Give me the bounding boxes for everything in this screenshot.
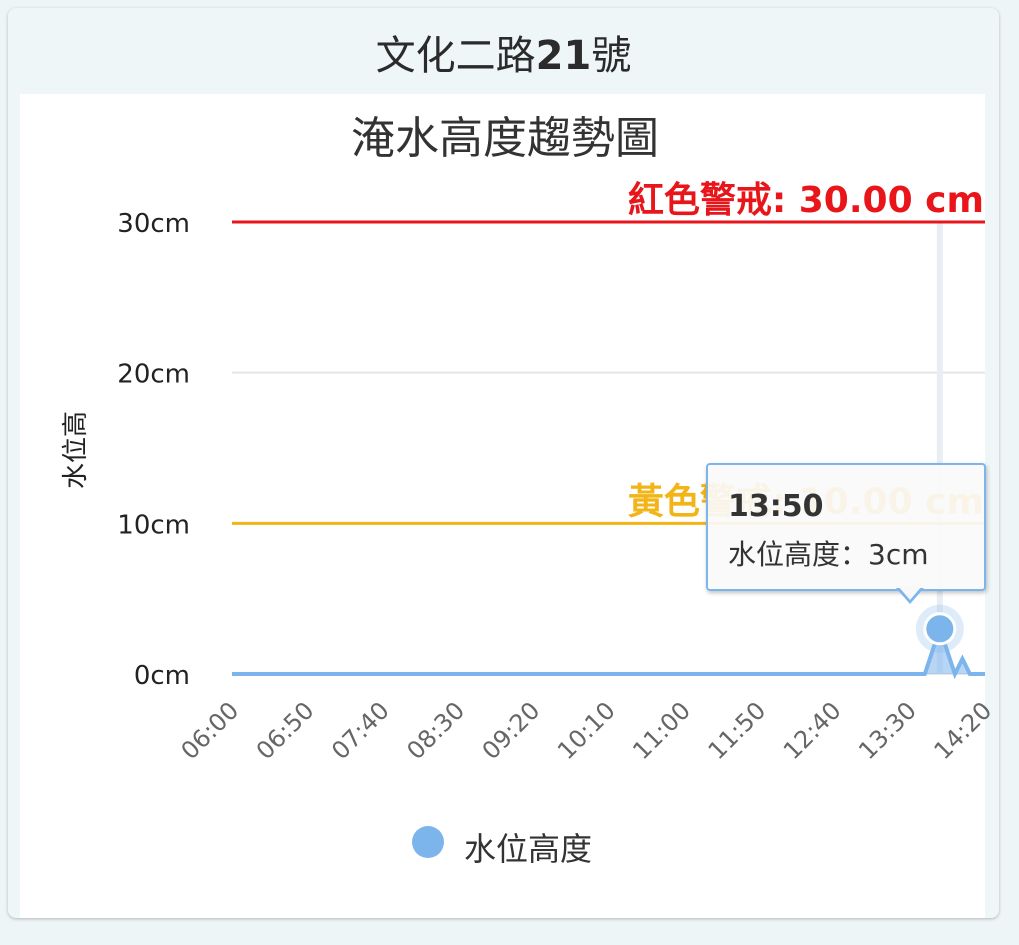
x-tick-label: 06:00 (176, 696, 245, 765)
legend-marker (412, 826, 444, 858)
tooltip-arrow-inner (898, 586, 922, 600)
x-tick-label: 10:10 (552, 696, 621, 765)
data-point (923, 612, 957, 646)
x-tick-label: 12:40 (778, 696, 847, 765)
y-tick-label: 20cm (117, 360, 190, 390)
series-line (232, 622, 985, 680)
x-tick-label: 09:20 (477, 696, 546, 765)
x-tick-label: 07:40 (326, 696, 395, 765)
legend-label: 水位高度 (464, 830, 593, 868)
x-tick-label: 08:30 (401, 696, 470, 765)
x-tick-label: 14:20 (929, 696, 998, 765)
y-tick-label: 30cm (117, 209, 190, 239)
series-area (232, 628, 985, 674)
x-tick-label: 11:00 (627, 696, 696, 765)
x-tick-label: 06:50 (251, 696, 320, 765)
tooltip-value: 水位高度：3cm (728, 538, 929, 571)
x-tick-label: 11:50 (703, 696, 772, 765)
y-axis-title: 水位高 (61, 411, 91, 489)
y-tick-label: 10cm (117, 510, 190, 540)
x-tick-label: 13:30 (853, 696, 922, 765)
plot-line-label: 紅色警戒: 30.00 cm (628, 180, 984, 221)
chart-tooltip: 13:50 水位高度：3cm (706, 463, 986, 591)
tooltip-time: 13:50 (728, 489, 824, 524)
y-tick-label: 0cm (134, 661, 190, 691)
